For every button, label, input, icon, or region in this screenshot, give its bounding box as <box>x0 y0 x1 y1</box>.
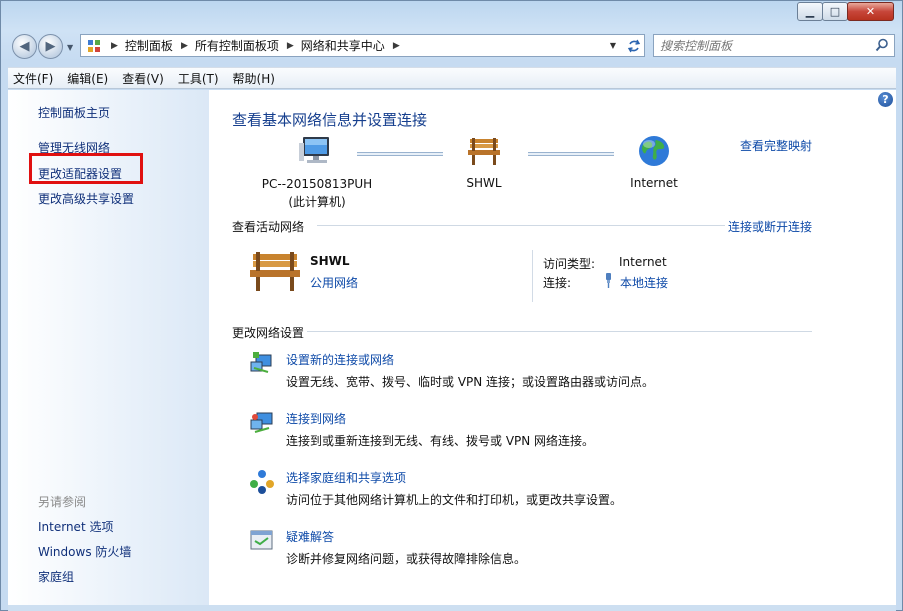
breadcrumb-separator-icon[interactable]: ▶ <box>181 41 188 51</box>
vertical-divider <box>532 250 533 302</box>
ethernet-icon <box>606 273 611 288</box>
troubleshoot-icon <box>250 530 273 550</box>
local-connection-link[interactable]: 本地连接 <box>620 274 668 291</box>
breadcrumb: ▶ 控制面板 ▶ 所有控制面板项 ▶ 网络和共享中心 ▶ <box>103 35 407 56</box>
breadcrumb-all-items[interactable]: 所有控制面板项 <box>195 37 279 54</box>
task-description: 访问位于其他网络计算机上的文件和打印机，或更改共享设置。 <box>286 493 623 507</box>
breadcrumb-separator-icon[interactable]: ▶ <box>111 41 118 51</box>
troubleshoot-link[interactable]: 疑难解答 <box>286 528 334 545</box>
task-description: 连接到或重新连接到无线、有线、拨号或 VPN 网络连接。 <box>286 434 595 448</box>
section-divider <box>317 225 725 226</box>
recent-pages-dropdown[interactable]: ▼ <box>67 43 73 52</box>
back-arrow-icon: ◀ <box>19 39 30 54</box>
refresh-icon <box>627 39 640 52</box>
window-bottom-border <box>8 605 896 611</box>
computer-icon <box>299 137 329 163</box>
main-content: ? 查看基本网络信息并设置连接 查看完整映射 PC--20150813PUH (… <box>209 90 896 605</box>
computer-name: PC--20150813PUH <box>261 177 373 191</box>
change-settings-heading: 更改网络设置 <box>232 326 305 340</box>
breadcrumb-network-center[interactable]: 网络和共享中心 <box>301 37 385 54</box>
connect-to-network-link[interactable]: 连接到网络 <box>286 410 346 427</box>
search-box <box>653 34 895 57</box>
task-description: 诊断并修复网络问题，或获得故障排除信息。 <box>286 552 527 566</box>
highlight-box <box>29 153 143 184</box>
maximize-button[interactable]: □ <box>822 2 848 21</box>
setup-new-connection-link[interactable]: 设置新的连接或网络 <box>286 351 394 368</box>
menu-view[interactable]: 查看(V) <box>117 70 169 87</box>
help-button[interactable]: ? <box>878 92 893 107</box>
menu-tools[interactable]: 工具(T) <box>173 70 224 87</box>
page-title: 查看基本网络信息并设置连接 <box>232 111 428 129</box>
connections-label: 连接: <box>543 276 572 290</box>
help-icon: ? <box>882 93 889 106</box>
active-network-name: SHWL <box>310 254 350 268</box>
new-connection-icon <box>250 352 272 373</box>
see-full-map-link[interactable]: 查看完整映射 <box>740 137 812 154</box>
refresh-button[interactable] <box>623 35 644 56</box>
close-button[interactable]: ✕ <box>847 2 894 21</box>
address-history-dropdown[interactable]: ▼ <box>605 35 621 56</box>
menu-help[interactable]: 帮助(H) <box>228 70 280 87</box>
globe-icon <box>639 136 669 166</box>
breadcrumb-separator-icon[interactable]: ▶ <box>287 41 294 51</box>
breadcrumb-separator-icon[interactable]: ▶ <box>393 41 400 51</box>
back-button[interactable]: ◀ <box>12 34 37 59</box>
task-description: 设置无线、宽带、拨号、临时或 VPN 连接；或设置路由器或访问点。 <box>286 375 655 389</box>
window: ▁ □ ✕ ◀ ▶ ▼ ▶ 控制面板 ▶ 所有控制面板项 ▶ 网络和共享中心 ▶… <box>0 0 903 611</box>
address-bar[interactable]: ▶ 控制面板 ▶ 所有控制面板项 ▶ 网络和共享中心 ▶ ▼ <box>80 34 645 57</box>
network-node[interactable]: SHWL <box>454 136 514 190</box>
sidebar: 控制面板主页 管理无线网络 更改适配器设置 更改高级共享设置 另请参阅 Inte… <box>8 90 209 605</box>
homegroup-icon <box>250 470 274 494</box>
bench-icon <box>250 252 300 291</box>
access-type-value: Internet <box>619 255 667 269</box>
active-networks-heading: 查看活动网络 <box>232 220 305 234</box>
computer-subtitle: (此计算机) <box>288 195 346 209</box>
menu-file[interactable]: 文件(F) <box>8 70 58 87</box>
internet-node[interactable]: Internet <box>624 134 684 190</box>
internet-label: Internet <box>630 176 678 190</box>
access-type-label: 访问类型: <box>543 257 596 271</box>
computer-node[interactable]: PC--20150813PUH (此计算机) <box>257 134 377 210</box>
search-icon[interactable] <box>875 38 889 52</box>
section-divider <box>307 331 812 332</box>
minimize-button[interactable]: ▁ <box>797 2 823 21</box>
sidebar-advanced-sharing[interactable]: 更改高级共享设置 <box>38 190 134 207</box>
bench-icon <box>468 138 500 165</box>
search-input[interactable] <box>654 35 864 56</box>
network-type-link[interactable]: 公用网络 <box>310 274 358 291</box>
connection-line <box>528 152 614 156</box>
sidebar-control-panel-home[interactable]: 控制面板主页 <box>38 104 110 121</box>
see-also-heading: 另请参阅 <box>38 495 87 509</box>
forward-arrow-icon: ▶ <box>45 39 56 54</box>
see-also-internet-options[interactable]: Internet 选项 <box>38 518 113 535</box>
see-also-windows-firewall[interactable]: Windows 防火墙 <box>38 543 131 560</box>
breadcrumb-control-panel[interactable]: 控制面板 <box>125 37 173 54</box>
menu-bar: 文件(F) 编辑(E) 查看(V) 工具(T) 帮助(H) <box>8 67 896 89</box>
see-also-homegroup[interactable]: 家庭组 <box>38 568 74 585</box>
connection-line <box>357 152 443 156</box>
connect-network-icon <box>250 412 273 433</box>
homegroup-sharing-link[interactable]: 选择家庭组和共享选项 <box>286 469 406 486</box>
network-name: SHWL <box>466 176 502 190</box>
forward-button[interactable]: ▶ <box>38 34 63 59</box>
control-panel-icon <box>85 38 103 54</box>
connect-disconnect-link[interactable]: 连接或断开连接 <box>728 218 812 235</box>
menu-edit[interactable]: 编辑(E) <box>62 70 113 87</box>
